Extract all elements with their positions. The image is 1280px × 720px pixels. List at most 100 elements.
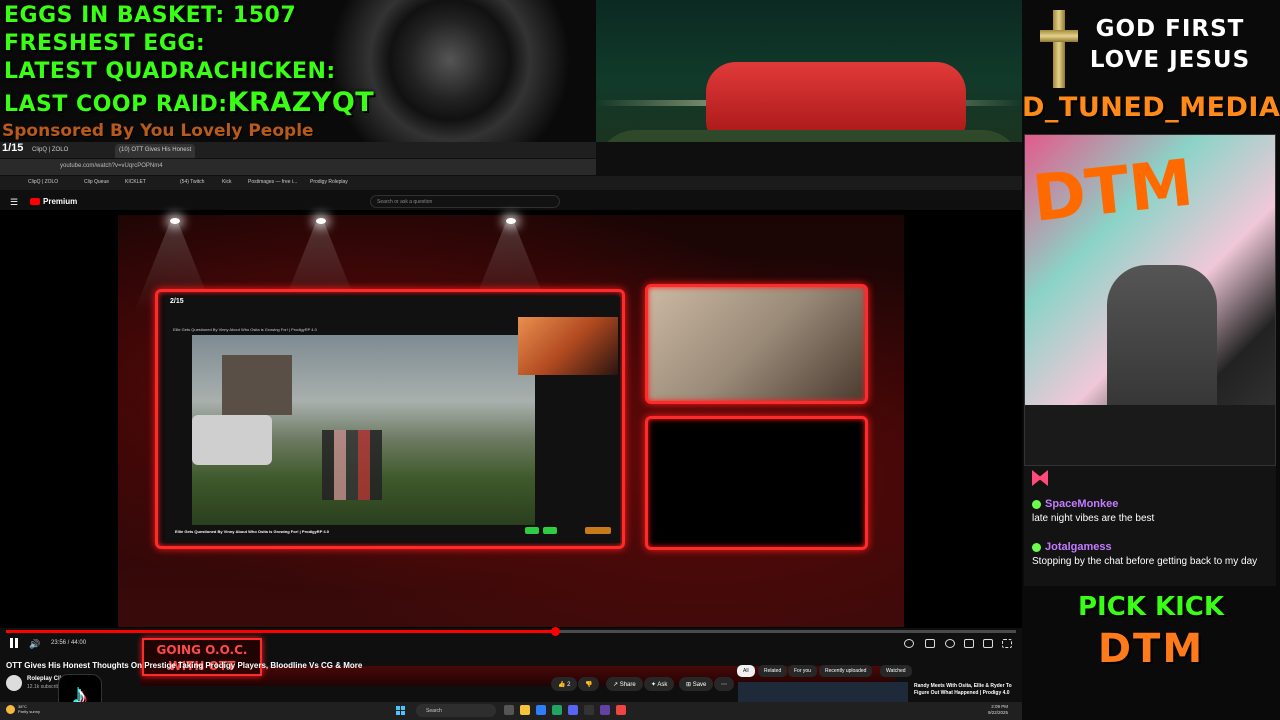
like-button[interactable]: 👍 2 xyxy=(551,677,578,691)
progress-played xyxy=(6,630,556,633)
bookmark-bar xyxy=(0,176,1022,190)
pause-button[interactable] xyxy=(9,638,19,648)
cross-icon xyxy=(1040,10,1078,88)
bookmark-item[interactable]: Postimages — free i... xyxy=(248,179,297,185)
nested-screen: 2/15 Ellie Gets Questioned By Vinny Abou… xyxy=(165,297,620,543)
chat-panel xyxy=(1024,466,1276,586)
hamburger-menu-icon[interactable]: ☰ xyxy=(10,197,18,208)
spotlight-icon xyxy=(170,218,180,224)
sun-icon xyxy=(6,704,15,714)
chat-badge-icon xyxy=(1032,499,1041,509)
jeep xyxy=(192,415,272,465)
share-button[interactable]: ↗ Share xyxy=(606,677,643,691)
bookmark-item[interactable]: (54) Twitch xyxy=(180,179,204,185)
edge-icon[interactable] xyxy=(536,705,546,715)
nested-button xyxy=(525,527,539,534)
url-text[interactable]: youtube.com/watch?v=vUqrcPOPNm4 xyxy=(60,163,163,169)
ooc-badge: GOING O.O.C. WITH OTT xyxy=(142,638,262,676)
theater-mode-icon[interactable] xyxy=(983,639,993,648)
chat-message: Jotalgamess Stopping by the chat before … xyxy=(1032,541,1274,567)
chip-all[interactable]: All xyxy=(737,665,755,677)
stat-freshest-egg: FRESHEST EGG: xyxy=(4,31,206,56)
bookmark-item[interactable]: Kick xyxy=(222,179,231,185)
players-group xyxy=(322,430,382,500)
chat-badge-icon xyxy=(1032,542,1041,552)
file-explorer-icon[interactable] xyxy=(520,705,530,715)
windows-start-icon[interactable] xyxy=(396,706,405,715)
capcut-icon[interactable] xyxy=(584,705,594,715)
chat-username[interactable]: Jotalgamess xyxy=(1045,541,1112,553)
gameplay-video xyxy=(192,335,535,525)
more-actions-button[interactable]: ⋯ xyxy=(714,677,734,691)
god-first-text: GOD FIRST xyxy=(1095,16,1245,42)
taskbar-search[interactable]: Search xyxy=(416,704,496,717)
chat-username[interactable]: SpaceMonkee xyxy=(1045,498,1118,510)
save-button[interactable]: ⊞ Save xyxy=(679,677,714,691)
channel-avatar[interactable] xyxy=(6,675,22,691)
pick-kick-text: PICK KICK xyxy=(1077,592,1225,622)
volume-icon[interactable]: 🔊 xyxy=(29,639,40,650)
stat-coop-raid: LAST COOP RAID:KRAZYQT xyxy=(4,87,375,118)
fullscreen-icon[interactable] xyxy=(1002,639,1012,648)
video-player[interactable]: 2/15 Ellie Gets Questioned By Vinny Abou… xyxy=(0,210,1022,628)
nested-title: Ellie Gets Questioned By Vinny About Who… xyxy=(173,327,317,332)
nested-clip-counter: 2/15 xyxy=(170,298,184,305)
chip-related[interactable]: Related xyxy=(758,665,788,677)
progress-bar[interactable] xyxy=(6,627,1016,636)
dtm-poster: DTM xyxy=(1029,146,1197,237)
bookmark-item[interactable]: Clip Queue xyxy=(84,179,109,185)
recommended-thumbnail[interactable] xyxy=(738,682,908,702)
chat-message: SpaceMonkee late night vibes are the bes… xyxy=(1032,498,1274,524)
miniplayer-icon[interactable] xyxy=(964,639,974,648)
taskbar-clock[interactable]: 2:09 PM 9/22/2025 xyxy=(988,704,1008,716)
tab-strip xyxy=(0,142,596,158)
stat-quadrachicken: LATEST QUADRACHICKEN: xyxy=(4,59,336,84)
nested-button xyxy=(543,527,557,534)
autoplay-toggle-icon[interactable] xyxy=(904,639,914,648)
clip-counter: 1/15 xyxy=(2,142,24,154)
guest-webcam-frame xyxy=(645,284,868,404)
tab-clipq[interactable]: ClipQ | ZOLO xyxy=(28,144,72,158)
weather-widget[interactable]: 38°C Partly sunny xyxy=(6,704,40,714)
discord-icon[interactable] xyxy=(568,705,578,715)
youtube-logo[interactable]: Premium xyxy=(30,197,77,206)
subtitles-icon[interactable] xyxy=(925,639,935,648)
brand-name: D_TUNED_MEDIA xyxy=(1022,92,1280,123)
truck xyxy=(222,355,292,415)
bookmark-item[interactable]: ClipQ | ZOLO xyxy=(28,179,58,185)
nested-webcam xyxy=(518,317,618,375)
recommended-title[interactable]: Randy Meets With Osita, Ellie & Ryder To… xyxy=(914,683,1018,697)
obs-icon[interactable] xyxy=(600,705,610,715)
app-icon[interactable] xyxy=(616,705,626,715)
love-jesus-text: LOVE JESUS xyxy=(1089,47,1251,73)
bookmark-item[interactable]: KICKLET xyxy=(125,179,146,185)
chip-for-you[interactable]: For you xyxy=(788,665,817,677)
dislike-button[interactable]: 👎 xyxy=(578,677,600,691)
chip-recently-uploaded[interactable]: Recently uploaded xyxy=(819,665,873,677)
chat-text: Stopping by the chat before getting back… xyxy=(1032,556,1258,567)
chat-text: late night vibes are the best xyxy=(1032,513,1155,524)
chrome-icon[interactable] xyxy=(552,705,562,715)
spotlight-icon xyxy=(316,218,326,224)
desk-shelf xyxy=(1025,405,1275,465)
tab-youtube[interactable]: (10) OTT Gives His Honest xyxy=(115,144,195,158)
ask-button[interactable]: ✦ Ask xyxy=(644,677,675,691)
spotlight-icon xyxy=(506,218,516,224)
nested-caption: Ellie Gets Questioned By Vinny About Who… xyxy=(175,529,329,534)
empty-neon-frame xyxy=(645,416,868,550)
sponsor-text: Sponsored By You Lovely People xyxy=(2,121,314,141)
bookmark-item[interactable]: Prodigy Roleplay xyxy=(310,179,348,185)
browser-window: 1/15 ClipQ | ZOLO (10) OTT Gives His Hon… xyxy=(0,142,1022,720)
task-view-icon[interactable] xyxy=(504,705,514,715)
time-display: 23:56 / 44:00 xyxy=(51,640,87,646)
streamer-webcam: DTM xyxy=(1024,134,1276,466)
chip-watched[interactable]: Watched xyxy=(880,665,912,677)
video-title: OTT Gives His Honest Thoughts On Prestig… xyxy=(6,661,363,670)
nested-button xyxy=(585,527,611,534)
settings-gear-icon[interactable] xyxy=(945,639,955,648)
dtm-logo-text: DTM xyxy=(1097,626,1205,672)
search-input[interactable]: Search or ask a question xyxy=(370,195,560,208)
youtube-play-icon xyxy=(30,198,40,205)
stats-overlay: EGGS IN BASKET: 1507 FRESHEST EGG: LATES… xyxy=(0,0,596,142)
stat-eggs: EGGS IN BASKET: 1507 xyxy=(4,3,297,28)
